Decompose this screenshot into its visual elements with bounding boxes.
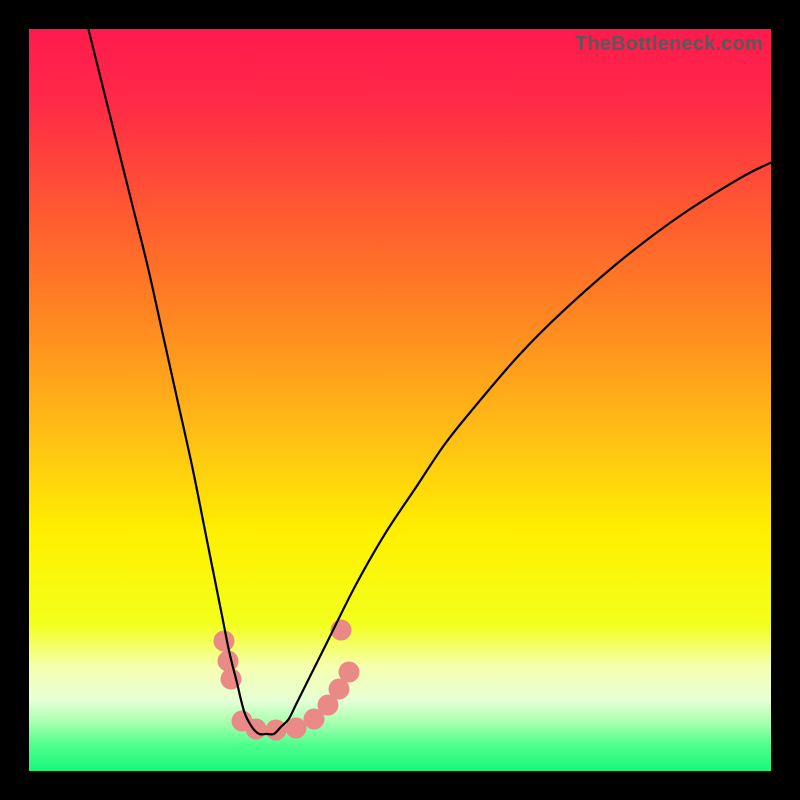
background-gradient bbox=[29, 29, 771, 771]
chart-frame: TheBottleneck.com bbox=[0, 0, 800, 800]
plot-area: TheBottleneck.com bbox=[29, 29, 771, 771]
watermark-text: TheBottleneck.com bbox=[575, 33, 763, 56]
